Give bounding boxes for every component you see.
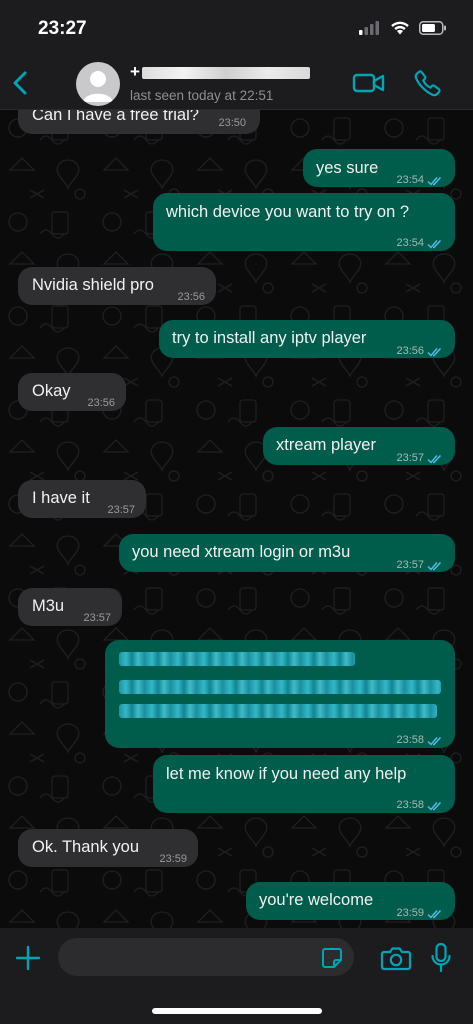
battery-icon (419, 20, 446, 35)
double-check-read-icon (427, 736, 442, 746)
wifi-icon (391, 21, 409, 35)
double-check-read-icon (427, 347, 442, 357)
message-time: 23:57 (107, 504, 135, 516)
message-bubble-incoming[interactable]: Okay 23:56 (18, 373, 126, 411)
message-time: 23:57 (83, 612, 111, 624)
message-bubble-outgoing[interactable]: you need xtream login or m3u 23:57 (119, 534, 455, 572)
message-time: 23:58 (396, 730, 443, 751)
message-time: 23:54 (396, 233, 443, 254)
message-time: 23:56 (396, 341, 443, 362)
chevron-left-icon[interactable] (8, 68, 34, 98)
message-time: 23:58 (396, 795, 443, 816)
plus-icon[interactable] (14, 944, 42, 972)
message-bubble-outgoing[interactable]: which device you want to try on ? 23:54 (153, 193, 455, 251)
phone-icon[interactable] (414, 69, 442, 97)
message-time: 23:57 (396, 555, 443, 576)
redacted-contact-name (142, 67, 310, 79)
status-bar: 23:27 (0, 0, 473, 58)
message-bubble-outgoing[interactable]: you're welcome 23:59 (246, 882, 455, 920)
message-text: Nvidia shield pro (32, 276, 154, 294)
contact-name[interactable]: + (130, 62, 140, 82)
double-check-read-icon (427, 176, 442, 186)
message-text: which device you want to try on ? (166, 203, 410, 221)
message-text: Ok. Thank you (32, 838, 140, 856)
redacted-text-line (119, 680, 441, 694)
message-bubble-incoming[interactable]: Nvidia shield pro 23:56 (18, 267, 216, 305)
video-call-icon[interactable] (352, 70, 386, 96)
cellular-signal-icon (359, 20, 379, 35)
sticker-icon[interactable] (320, 946, 344, 970)
double-check-read-icon (427, 239, 442, 249)
message-time: 23:57 (396, 448, 443, 469)
message-text: xtream player (276, 436, 376, 454)
avatar[interactable] (76, 62, 120, 106)
message-text: let me know if you need any help (166, 765, 407, 783)
double-check-read-icon (427, 801, 442, 811)
message-bubble-outgoing[interactable]: yes sure 23:54 (303, 149, 455, 187)
message-bubble-incoming[interactable]: Can I have a free trial? 23:50 (18, 110, 260, 134)
message-time: 23:56 (87, 397, 115, 409)
message-bubble-outgoing[interactable]: xtream player 23:57 (263, 427, 455, 465)
message-text: M3u (32, 597, 65, 615)
message-bubble-outgoing[interactable]: let me know if you need any help 23:58 (153, 755, 455, 813)
message-text: you're welcome (259, 891, 374, 909)
status-icons (359, 20, 447, 35)
double-check-read-icon (427, 909, 442, 919)
message-time: 23:59 (396, 903, 443, 924)
last-seen-status: last seen today at 22:51 (130, 88, 274, 103)
double-check-read-icon (427, 454, 442, 464)
microphone-icon[interactable] (430, 942, 452, 974)
double-check-read-icon (427, 561, 442, 571)
message-time: 23:56 (177, 291, 205, 303)
message-time: 23:54 (396, 170, 443, 191)
message-text: yes sure (316, 159, 379, 177)
message-time: 23:59 (159, 853, 187, 865)
message-text: Can I have a free trial? (32, 110, 199, 124)
person-icon (83, 71, 113, 102)
message-text: I have it (32, 489, 90, 507)
message-input[interactable] (58, 938, 354, 976)
home-indicator[interactable] (152, 1008, 322, 1014)
redacted-text-line (119, 652, 355, 666)
message-text: you need xtream login or m3u (132, 543, 351, 561)
message-bubble-incoming[interactable]: Ok. Thank you 23:59 (18, 829, 198, 867)
chat-messages-area[interactable]: Can I have a free trial? 23:50 yes sure … (0, 110, 473, 928)
message-text: Okay (32, 382, 71, 400)
message-bubble-outgoing[interactable]: try to install any iptv player 23:56 (159, 320, 455, 358)
redacted-text-line (119, 704, 437, 718)
message-time: 23:50 (218, 117, 246, 129)
chat-header: + last seen today at 22:51 (0, 58, 473, 110)
status-time: 23:27 (38, 18, 87, 39)
message-text: try to install any iptv player (172, 329, 367, 347)
message-input-bar (0, 928, 473, 1024)
message-bubble-incoming[interactable]: I have it 23:57 (18, 480, 146, 518)
message-bubble-incoming[interactable]: M3u 23:57 (18, 588, 122, 626)
message-bubble-outgoing-redacted[interactable]: 23:58 (105, 640, 455, 748)
camera-icon[interactable] (380, 944, 412, 972)
